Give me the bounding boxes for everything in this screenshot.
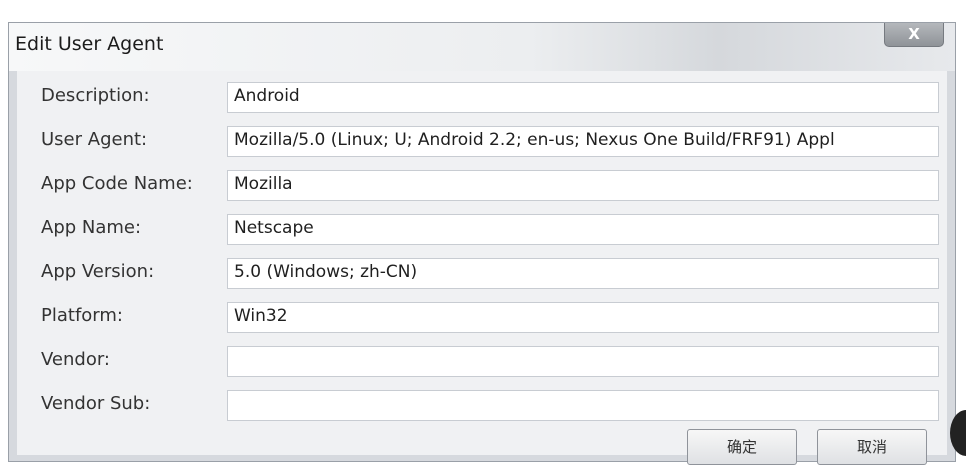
description-row: Description: Android xyxy=(17,79,947,115)
app-version-label: App Version: xyxy=(41,261,155,282)
user-agent-field[interactable]: Mozilla/5.0 (Linux; U; Android 2.2; en-u… xyxy=(227,126,939,157)
app-code-name-row: App Code Name: Mozilla xyxy=(17,167,947,203)
title-bar: Edit User Agent X xyxy=(9,23,955,71)
vendor-sub-field[interactable] xyxy=(227,390,939,421)
close-icon: X xyxy=(908,25,920,43)
user-agent-row: User Agent: Mozilla/5.0 (Linux; U; Andro… xyxy=(17,123,947,159)
app-code-name-field[interactable]: Mozilla xyxy=(227,170,939,201)
ok-button[interactable]: 确定 xyxy=(687,429,797,465)
app-name-row: App Name: Netscape xyxy=(17,211,947,247)
vendor-sub-label: Vendor Sub: xyxy=(41,393,151,414)
vendor-sub-row: Vendor Sub: xyxy=(17,387,947,423)
vendor-label: Vendor: xyxy=(41,349,110,370)
app-name-label: App Name: xyxy=(41,217,142,238)
app-code-name-label: App Code Name: xyxy=(41,173,193,194)
platform-label: Platform: xyxy=(41,305,123,326)
form-area: Description: Android User Agent: Mozilla… xyxy=(17,71,947,465)
description-field[interactable]: Android xyxy=(227,82,939,113)
close-button[interactable]: X xyxy=(884,23,944,47)
edit-user-agent-dialog: Edit User Agent X Description: Android U… xyxy=(8,22,956,465)
user-agent-label: User Agent: xyxy=(41,129,148,150)
dialog-title: Edit User Agent xyxy=(15,33,164,55)
platform-row: Platform: Win32 xyxy=(17,299,947,335)
platform-field[interactable]: Win32 xyxy=(227,302,939,333)
vendor-row: Vendor: xyxy=(17,343,947,379)
app-name-field[interactable]: Netscape xyxy=(227,214,939,245)
app-version-row: App Version: 5.0 (Windows; zh-CN) xyxy=(17,255,947,291)
description-label: Description: xyxy=(41,85,150,106)
cancel-button[interactable]: 取消 xyxy=(817,429,927,465)
vendor-field[interactable] xyxy=(227,346,939,377)
app-version-field[interactable]: 5.0 (Windows; zh-CN) xyxy=(227,258,939,289)
